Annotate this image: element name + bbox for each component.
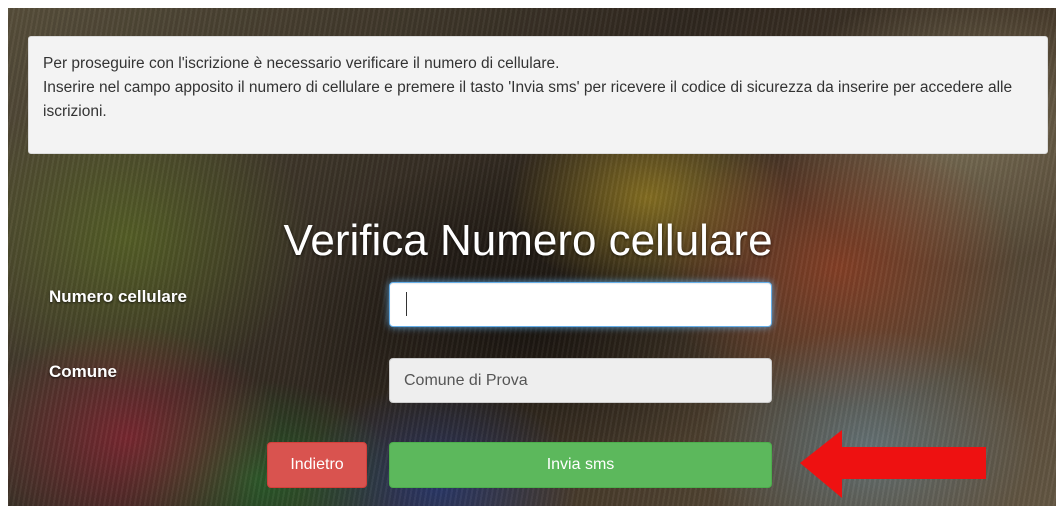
- notice-line-2: Inserire nel campo apposito il numero di…: [43, 79, 1013, 120]
- info-notice: Per proseguire con l'iscrizione è necess…: [28, 36, 1048, 154]
- phone-input[interactable]: [389, 282, 772, 327]
- send-sms-button[interactable]: Invia sms: [389, 442, 772, 488]
- comune-label: Comune: [49, 362, 117, 381]
- page-title: Verifica Numero cellulare: [283, 216, 773, 266]
- phone-label: Numero cellulare: [49, 287, 187, 306]
- red-arrow-left-icon: [800, 430, 986, 498]
- comune-field: Comune di Prova: [389, 358, 772, 403]
- back-button[interactable]: Indietro: [267, 442, 367, 488]
- notice-line-1: Per proseguire con l'iscrizione è necess…: [43, 55, 560, 72]
- text-cursor: [406, 292, 407, 316]
